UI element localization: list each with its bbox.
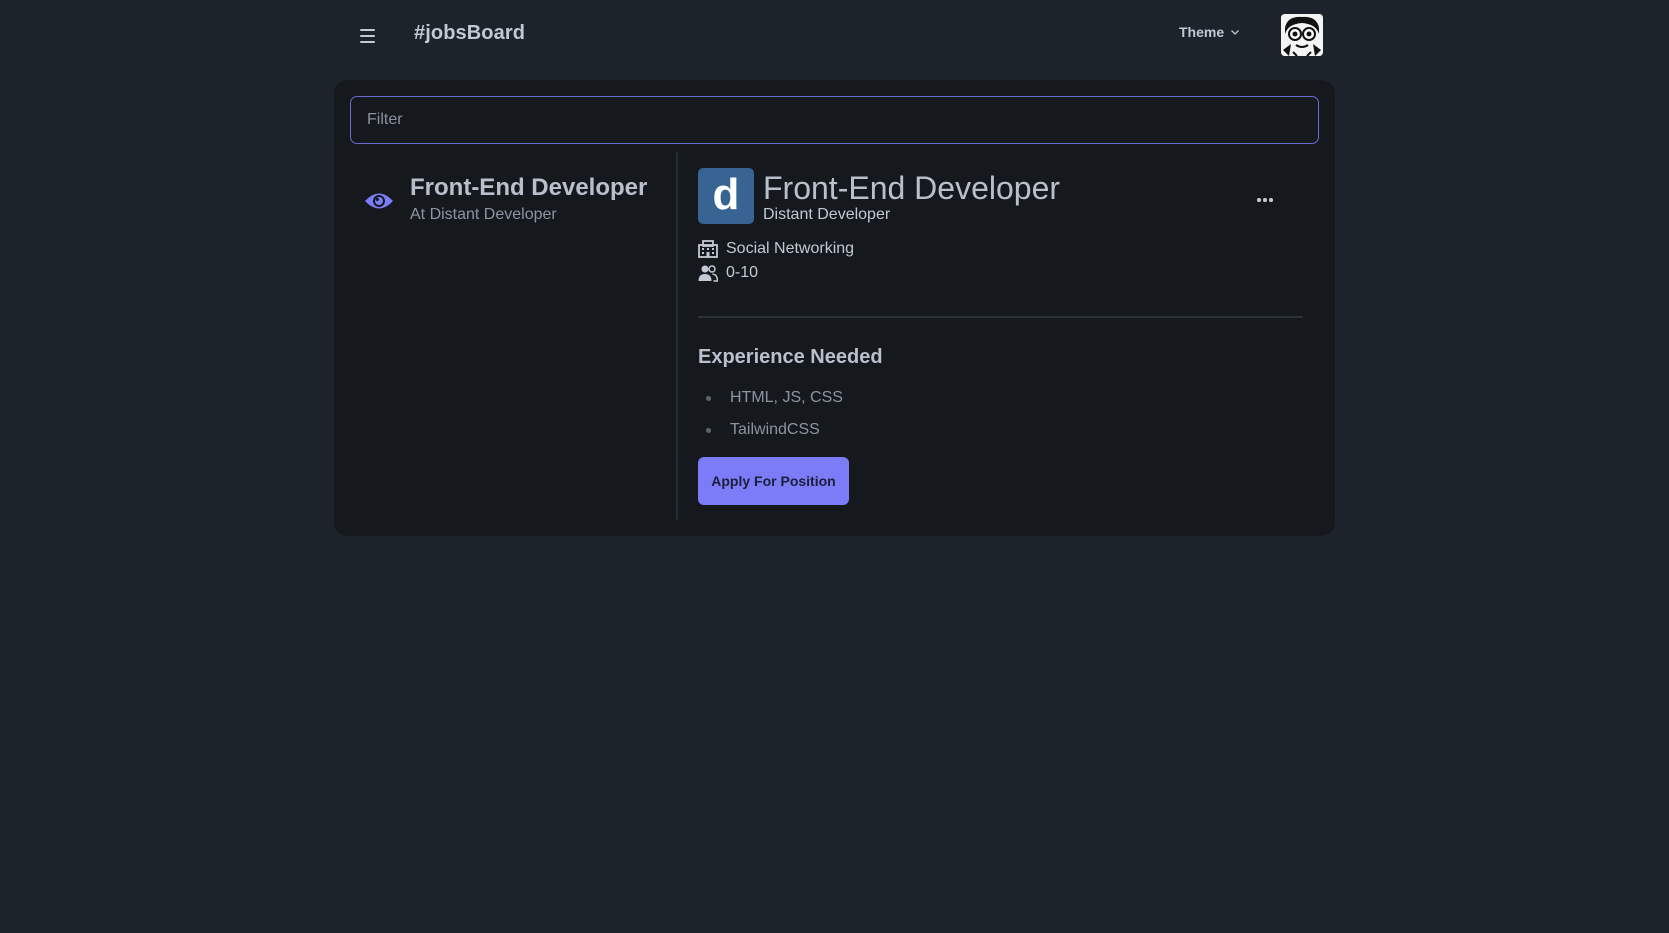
navbar: #jobsBoard Theme	[334, 0, 1335, 72]
job-list-title: Front-End Developer	[410, 174, 648, 201]
ellipsis-icon-dot	[1257, 198, 1261, 202]
company-logo: d	[698, 168, 754, 224]
horizontal-divider	[698, 316, 1303, 318]
avatar-image	[1281, 14, 1323, 56]
more-options-button[interactable]	[1253, 192, 1277, 208]
experience-heading: Experience Needed	[698, 346, 883, 368]
job-list-subtitle: At Distant Developer	[410, 206, 557, 223]
eye-icon	[365, 193, 393, 209]
experience-list: HTML, JS, CSS TailwindCSS	[698, 382, 843, 446]
apply-button[interactable]: Apply For Position	[698, 457, 849, 505]
filter-input[interactable]	[350, 96, 1319, 144]
theme-label: Theme	[1179, 24, 1225, 40]
industry-label: Social Networking	[726, 240, 855, 257]
chevron-down-icon	[1231, 30, 1240, 35]
hamburger-icon-line	[359, 35, 375, 37]
theme-dropdown-button[interactable]: Theme	[1179, 24, 1240, 40]
experience-item: HTML, JS, CSS	[698, 382, 843, 414]
job-title: Front-End Developer	[763, 170, 1061, 206]
job-detail: d Front-End Developer Distant Developer …	[698, 168, 1303, 508]
hamburger-icon-line	[359, 41, 375, 43]
company-size-label: 0-10	[726, 264, 759, 281]
ellipsis-icon-dot	[1269, 198, 1273, 202]
job-list: Front-End Developer At Distant Developer	[350, 152, 676, 520]
hamburger-menu-button[interactable]	[348, 20, 386, 52]
users-icon	[698, 265, 718, 282]
experience-item: TailwindCSS	[698, 414, 843, 446]
brand-title[interactable]: #jobsBoard	[414, 22, 525, 45]
company-size-row: 0-10	[698, 264, 758, 282]
ellipsis-icon-dot	[1263, 198, 1267, 202]
building-icon	[698, 240, 718, 258]
job-list-item[interactable]: Front-End Developer At Distant Developer	[350, 160, 670, 224]
jobs-card: Front-End Developer At Distant Developer…	[334, 80, 1335, 536]
vertical-divider	[676, 152, 678, 520]
company-name: Distant Developer	[763, 206, 891, 223]
user-avatar[interactable]	[1281, 14, 1323, 56]
hamburger-icon-line	[359, 29, 375, 31]
industry-row: Social Networking	[698, 240, 854, 258]
